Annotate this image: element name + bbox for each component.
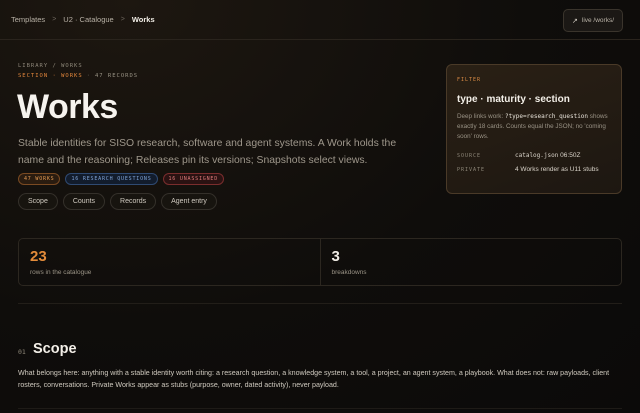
filter-label: FILTER bbox=[457, 77, 482, 83]
stat-breakdowns-caption: breakdowns bbox=[331, 269, 367, 276]
breadcrumb-item-templates[interactable]: Templates bbox=[11, 15, 45, 24]
stat-breakdowns-value: 3 bbox=[331, 248, 340, 265]
page-lede: Stable identities for SISO research, sof… bbox=[18, 138, 397, 166]
meta-dot: · bbox=[86, 73, 91, 79]
section-body-scope: What belongs here: anything with a stabl… bbox=[18, 369, 610, 389]
filter-description: Deep links work: ?type=research_question… bbox=[457, 112, 617, 142]
source-file: catalog.json bbox=[515, 152, 559, 159]
top-bar: Templates > U2 · Catalogue > Works ↗ liv… bbox=[0, 0, 640, 40]
stat-breakdowns: 3 breakdowns bbox=[319, 239, 622, 285]
divider bbox=[18, 408, 622, 409]
nav-records-button[interactable]: Records bbox=[110, 193, 157, 210]
section-title-scope: Scope bbox=[33, 341, 77, 357]
nav-agent-entry-button[interactable]: Agent entry bbox=[161, 193, 217, 210]
filter-desc-pre: Deep links work: bbox=[457, 113, 505, 120]
filter-private-row: PRIVATE 4 Works render as U11 stubs bbox=[457, 166, 599, 173]
nav-counts-button[interactable]: Counts bbox=[62, 193, 106, 210]
section-meta: SECTION · WORKS · 47 RECORDS bbox=[18, 73, 138, 79]
pill-works: 47 WORKS bbox=[18, 173, 61, 185]
divider bbox=[18, 303, 622, 304]
meta-records: 47 RECORDS bbox=[94, 73, 139, 79]
count-pills: 47 WORKS 16 RESEARCH QUESTIONS 16 UNASSI… bbox=[18, 173, 225, 185]
breadcrumb-separator: > bbox=[52, 16, 57, 23]
stat-rows: 23 rows in the catalogue bbox=[19, 239, 320, 285]
section-number: 01 bbox=[18, 348, 26, 356]
filter-source-row: SOURCE catalog.json 06:50Z bbox=[457, 152, 580, 159]
source-key: SOURCE bbox=[457, 153, 482, 159]
breadcrumb-separator: > bbox=[120, 16, 125, 23]
private-key: PRIVATE bbox=[457, 167, 486, 173]
breadcrumb-item-catalogue[interactable]: U2 · Catalogue bbox=[63, 15, 113, 24]
filter-deeplink-code[interactable]: ?type=research_question bbox=[505, 113, 588, 120]
filter-card: FILTER type · maturity · section Deep li… bbox=[446, 64, 622, 194]
filter-heading: type · maturity · section bbox=[457, 94, 570, 105]
arrow-up-right-icon: ↗ bbox=[572, 17, 578, 25]
private-value: 4 Works render as U11 stubs bbox=[515, 166, 599, 173]
breadcrumb-current: Works bbox=[131, 15, 155, 24]
live-link-button[interactable]: ↗ live /works/ bbox=[563, 9, 623, 32]
stat-rows-value: 23 bbox=[30, 248, 47, 265]
pill-unassigned: 16 UNASSIGNED bbox=[162, 173, 225, 185]
breadcrumb: Templates > U2 · Catalogue > Works bbox=[11, 15, 155, 24]
pill-research-questions: 16 RESEARCH QUESTIONS bbox=[65, 173, 158, 185]
stat-rows-caption: rows in the catalogue bbox=[30, 269, 92, 276]
page-title: Works bbox=[17, 88, 118, 126]
live-link-label: live /works/ bbox=[581, 17, 615, 24]
source-value: catalog.json 06:50Z bbox=[515, 152, 580, 159]
eyebrow: LIBRARY / WORKS bbox=[18, 63, 83, 69]
source-time: 06:50Z bbox=[560, 152, 581, 159]
meta-section: SECTION · WORKS bbox=[18, 73, 83, 79]
stats-panel: 23 rows in the catalogue 3 breakdowns bbox=[18, 238, 622, 286]
nav-scope-button[interactable]: Scope bbox=[18, 193, 58, 210]
section-nav: Scope Counts Records Agent entry bbox=[18, 193, 217, 210]
